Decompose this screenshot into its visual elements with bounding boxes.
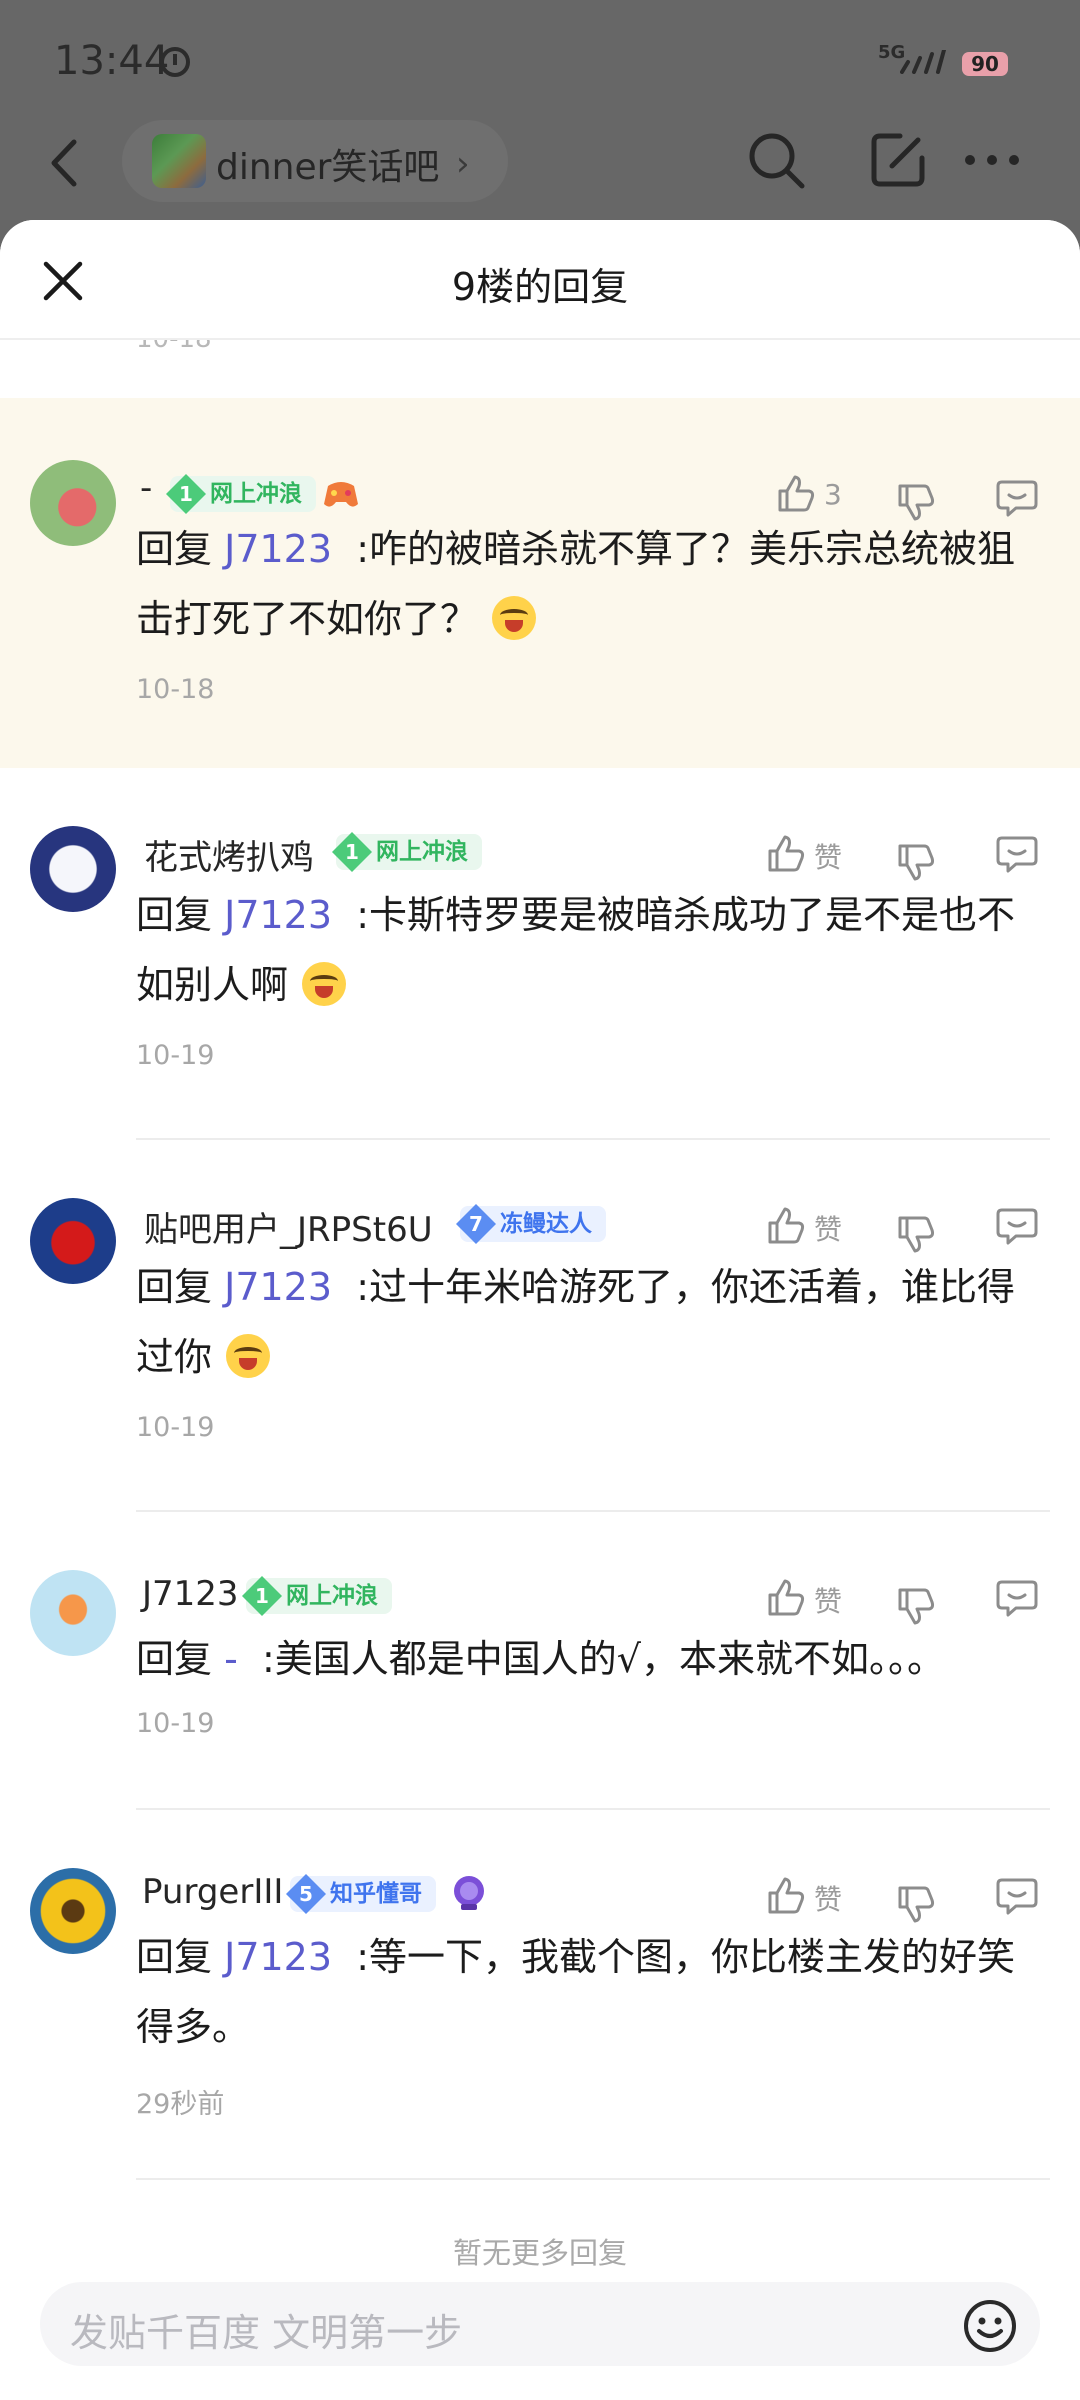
reply-content: :美国人都是中国人的√，本来就不如。。。 [262,1637,946,1681]
more-icon[interactable] [962,150,1022,170]
avatar[interactable] [30,1198,116,1284]
mention-link[interactable]: J7123 [224,527,332,571]
comment-icon[interactable] [996,1206,1038,1246]
badge-title: 网上冲浪 [286,1583,378,1609]
thumbs-down-icon[interactable] [896,1884,936,1924]
reply-prefix: 回复 [136,1637,213,1681]
badge-title: 网上冲浪 [376,839,468,865]
sheet-title: 9楼的回复 [451,265,629,309]
game-controller-icon [324,482,358,507]
comment-icon[interactable] [996,1876,1038,1916]
thumbs-down-icon[interactable] [896,1214,936,1254]
reply-item[interactable]: J7123 1 网上冲浪 赞 回复 - :美国人都是中国人的√，本来就不如。。。… [0,1512,1080,1810]
reply-date: 10-18 [136,674,215,705]
search-icon[interactable] [744,128,808,192]
reply-item[interactable]: 贴吧用户_JRPSt6U 7 冻鳗达人 赞 回复 J7123 :过十年米哈游死了… [0,1140,1080,1512]
thumbs-up-icon[interactable] [766,834,806,874]
mention-link[interactable]: J7123 [224,893,332,937]
mention-link[interactable]: J7123 [224,1265,332,1309]
forum-name[interactable]: dinner笑话吧 [216,138,439,190]
mention-link[interactable]: J7123 [224,1935,332,1979]
like-label: 赞 [814,1585,843,1618]
reply-item[interactable]: PurgerIII 5 知乎懂哥 赞 回复 J7123 :等一下，我截个图，你比… [0,1810,1080,2180]
like-count: 3 [824,478,842,511]
thumbs-down-icon[interactable] [896,1586,936,1626]
badge-title: 冻鳗达人 [500,1211,592,1237]
thumbs-down-icon[interactable] [896,842,936,882]
reply-input-placeholder[interactable]: 发贴千百度 文明第一步 [70,2302,462,2357]
emoji-picker-icon[interactable] [962,2298,1018,2354]
reply-text: 回复 J7123 :咋的被暗杀就不算了？美乐宗总统被狙击打死了不如你了？ [136,514,1050,654]
level-number: 1 [166,474,206,514]
divider [136,2178,1050,2180]
thumbs-up-icon[interactable] [776,474,816,514]
badge-title: 网上冲浪 [210,481,302,507]
level-number: 1 [242,1576,282,1616]
reply-text: 回复 J7123 :等一下，我截个图，你比楼主发的好笑得多。 [136,1922,1050,2062]
reply-prefix: 回复 [136,527,213,571]
reply-date: 10-19 [136,1040,215,1071]
avatar[interactable] [30,1868,116,1954]
laughing-emoji-icon [492,596,537,640]
status-bar: 13:44 5G 90 [0,0,1080,120]
reply-input-bar: 发贴千百度 文明第一步 [0,2272,1080,2400]
avatar[interactable] [30,826,116,912]
username[interactable]: - [140,468,152,508]
laughing-emoji-icon [226,1334,271,1378]
status-time: 13:44 [54,38,170,84]
reply-item[interactable]: 花式烤扒鸡 1 网上冲浪 赞 回复 J7123 :卡斯特罗要是被暗杀成功了是不是… [0,768,1080,1140]
forum-avatar [152,134,206,188]
comment-icon[interactable] [996,478,1038,518]
level-badge: 7 冻鳗达人 [456,1204,606,1244]
no-more-replies: 暂无更多回复 [452,2236,627,2270]
avatar[interactable] [30,460,116,546]
level-number: 1 [332,832,372,872]
like-label: 赞 [814,841,843,874]
thumbs-up-icon[interactable] [766,1578,806,1618]
level-badge: 1 网上冲浪 [166,474,316,514]
username[interactable]: 花式烤扒鸡 [144,830,314,879]
reply-prefix: 回复 [136,893,213,937]
reply-date: 10-19 [136,1412,215,1443]
laughing-emoji-icon [302,962,347,1006]
level-number: 5 [286,1874,326,1914]
reply-prefix: 回复 [136,1265,213,1309]
like-label: 赞 [814,1883,843,1916]
reply-text: 回复 J7123 :卡斯特罗要是被暗杀成功了是不是也不如别人啊 [136,880,1050,1020]
battery-icon: 90 [962,52,1008,76]
reply-sheet: 10-18 - 1 网上冲浪 3 回复 J7123 :咋的被暗杀就不算了？美乐宗… [0,220,1080,2400]
comment-icon[interactable] [996,1578,1038,1618]
username[interactable]: PurgerIII [142,1872,283,1912]
reply-date: 29秒前 [136,2089,225,2120]
thumbs-up-icon[interactable] [766,1206,806,1246]
username[interactable]: J7123 [142,1574,239,1614]
signal-strength-icon [900,50,946,74]
thumbs-up-icon[interactable] [766,1876,806,1916]
badge-title: 知乎懂哥 [330,1881,422,1907]
like-label: 赞 [814,1213,843,1246]
reply-prefix: 回复 [136,1935,213,1979]
username[interactable]: 贴吧用户_JRPSt6U [144,1202,433,1251]
level-badge: 1 网上冲浪 [242,1576,392,1616]
comment-icon[interactable] [996,834,1038,874]
edit-post-icon[interactable] [866,128,930,192]
alarm-clock-icon [160,47,190,77]
level-badge: 1 网上冲浪 [332,832,482,872]
reply-item[interactable]: - 1 网上冲浪 3 回复 J7123 :咋的被暗杀就不算了？美乐宗总统被狙击打… [0,398,1080,768]
reply-text: 回复 - :美国人都是中国人的√，本来就不如。。。 [136,1624,1050,1694]
level-number: 7 [456,1204,496,1244]
chevron-right-icon: › [456,144,470,184]
purple-medal-icon [454,1876,484,1910]
reply-text: 回复 J7123 :过十年米哈游死了，你还活着，谁比得过你 [136,1252,1050,1392]
reply-date: 10-19 [136,1708,215,1739]
level-badge: 5 知乎懂哥 [286,1874,436,1914]
avatar[interactable] [30,1570,116,1656]
back-arrow-icon[interactable] [44,138,92,188]
mention-link[interactable]: - [224,1637,238,1681]
sheet-header: 9楼的回复 [0,220,1080,340]
